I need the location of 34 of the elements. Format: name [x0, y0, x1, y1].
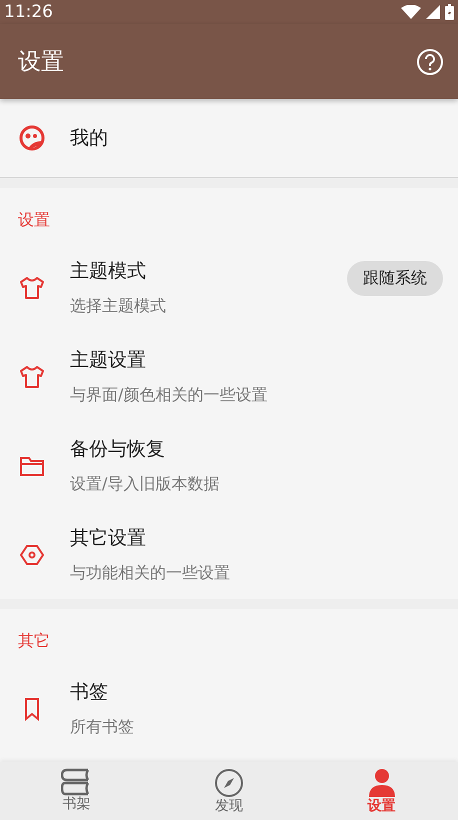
settings-item[interactable]: 书签 所有书签: [0, 664, 458, 753]
status-time: 11:26: [4, 2, 53, 22]
books-icon: [61, 768, 92, 796]
value-chip[interactable]: 跟随系统: [347, 261, 443, 296]
item-title: 主题设置: [70, 348, 147, 373]
section-title: 其它: [17, 630, 51, 652]
settings-item[interactable]: 主题模式 选择主题模式 跟随系统: [0, 243, 458, 332]
item-subtitle: 与功能相关的一些设置: [70, 563, 231, 584]
item-title: 主题模式: [70, 259, 147, 284]
shirt-icon: [19, 364, 45, 390]
item-title: 其它设置: [70, 526, 147, 551]
help-icon[interactable]: [416, 48, 444, 76]
signal-icon: [426, 5, 440, 19]
nav-tab[interactable]: 书架: [0, 762, 153, 820]
settings-item[interactable]: 备份与恢复 设置/导入旧版本数据: [0, 421, 458, 510]
wifi-icon: [401, 5, 421, 19]
user-face-icon: [19, 125, 45, 151]
profile-label: 我的: [70, 126, 108, 151]
settings-item[interactable]: 其它设置 与功能相关的一些设置: [0, 510, 458, 599]
app-title: 设置: [18, 48, 64, 77]
person-icon: [368, 768, 396, 798]
shirt-icon: [19, 274, 45, 300]
item-title: 书签: [70, 680, 109, 705]
compass-icon: [214, 768, 244, 798]
item-title: 备份与恢复: [70, 437, 166, 462]
nav-tab[interactable]: 设置: [305, 762, 458, 820]
nav-tab[interactable]: 发现: [152, 762, 306, 820]
item-subtitle: 设置/导入旧版本数据: [70, 474, 220, 495]
item-subtitle: 选择主题模式: [70, 296, 167, 317]
item-subtitle: 与界面/颜色相关的一些设置: [70, 385, 268, 406]
section-title: 设置: [17, 209, 51, 231]
item-subtitle: 所有书签: [70, 717, 135, 738]
settings-item[interactable]: 主题设置 与界面/颜色相关的一些设置: [0, 332, 458, 421]
battery-icon: [445, 4, 454, 20]
